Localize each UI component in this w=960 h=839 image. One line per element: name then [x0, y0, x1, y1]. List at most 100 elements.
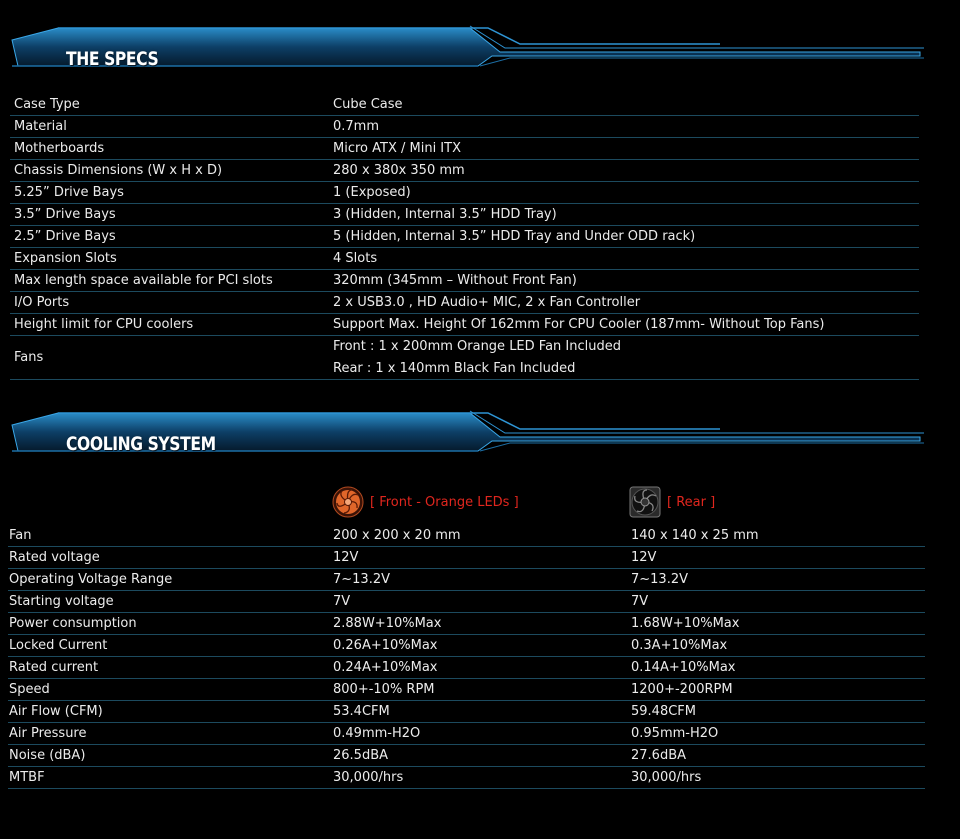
cooling-rear-value: 59.48CFM — [631, 704, 696, 719]
spec-label: Chassis Dimensions (W x H x D) — [14, 163, 223, 178]
cooling-table: Fan 200 x 200 x 20 mm 140 x 140 x 25 mm Rat… — [8, 525, 925, 789]
spec-value: 320mm (345mm – Without Front Fan) — [333, 270, 577, 292]
rear-fan-header: [ Rear ] — [629, 484, 715, 520]
cooling-front-value: 0.24A+10%Max — [333, 660, 438, 675]
spec-value: 3 (Hidden, Internal 3.5” HDD Tray) — [333, 204, 557, 226]
cooling-label: Starting voltage — [9, 594, 114, 609]
specs-title: THE SPECS — [66, 48, 159, 70]
cooling-label: Rated current — [9, 660, 99, 675]
cooling-row: Air Pressure 0.49mm-H2O 0.95mm-H2O — [8, 723, 925, 745]
spec-value: 1 (Exposed) — [333, 182, 411, 204]
spec-label: Motherboards — [14, 141, 105, 156]
spec-row: Material 0.7mm — [10, 116, 919, 138]
spec-value: 280 x 380x 350 mm — [333, 160, 465, 182]
cooling-row: Rated voltage 12V 12V — [8, 547, 925, 569]
spec-value-line: Front : 1 x 200mm Orange LED Fan Include… — [333, 338, 621, 354]
cooling-title: COOLING SYSTEM — [66, 433, 216, 455]
spec-row: 5.25” Drive Bays 1 (Exposed) — [10, 182, 919, 204]
spec-value: 0.7mm — [333, 116, 379, 138]
cooling-rear-value: 30,000/hrs — [631, 770, 702, 785]
spec-value-line: 4 Slots — [333, 250, 378, 266]
spec-value-line: 3 (Hidden, Internal 3.5” HDD Tray) — [333, 206, 557, 222]
spec-row: Chassis Dimensions (W x H x D) 280 x 380x… — [10, 160, 919, 182]
cooling-front-value: 7~13.2V — [333, 572, 391, 587]
spec-value-line: Cube Case — [333, 96, 403, 112]
spec-label: I/O Ports — [14, 295, 70, 310]
rear-fan-label: [ Rear ] — [667, 494, 716, 510]
cooling-row: Locked Current 0.26A+10%Max 0.3A+10%Max — [8, 635, 925, 657]
spec-row: I/O Ports 2 x USB3.0 , HD Audio+ MIC, 2 x… — [10, 292, 919, 314]
spec-label: Case Type — [14, 97, 80, 112]
cooling-banner: COOLING SYSTEM — [0, 405, 960, 475]
spec-value-line: 1 (Exposed) — [333, 184, 411, 200]
spec-row: Height limit for CPU coolers Support Max.… — [10, 314, 919, 336]
spec-label: Max length space available for PCI slots — [14, 273, 273, 288]
cooling-rear-value: 27.6dBA — [631, 748, 687, 763]
spec-label: 5.25” Drive Bays — [14, 185, 124, 200]
spec-value: 5 (Hidden, Internal 3.5” HDD Tray and Un… — [333, 226, 695, 248]
specs-banner: THE SPECS — [0, 20, 960, 90]
front-fan-label: [ Front - Orange LEDs ] — [370, 494, 519, 510]
cooling-rear-value: 0.14A+10%Max — [631, 660, 736, 675]
cooling-label: Operating Voltage Range — [9, 572, 173, 587]
cooling-front-value: 0.26A+10%Max — [333, 638, 438, 653]
spec-value-line: 320mm (345mm – Without Front Fan) — [333, 272, 577, 288]
cooling-rear-value: 1.68W+10%Max — [631, 616, 740, 631]
spec-row: 3.5” Drive Bays 3 (Hidden, Internal 3.5” … — [10, 204, 919, 226]
cooling-rear-value: 1200+-200RPM — [631, 682, 733, 697]
cooling-label: MTBF — [9, 770, 45, 785]
cooling-row: Fan 200 x 200 x 20 mm 140 x 140 x 25 mm — [8, 525, 925, 547]
cooling-front-value: 26.5dBA — [333, 748, 389, 763]
spec-value-line: 5 (Hidden, Internal 3.5” HDD Tray and Un… — [333, 228, 696, 244]
cooling-label: Fan — [9, 528, 32, 543]
cooling-rear-value: 7~13.2V — [631, 572, 689, 587]
cooling-front-value: 7V — [333, 594, 351, 609]
orange-fan-icon — [332, 486, 364, 518]
cooling-row: Noise (dBA) 26.5dBA 27.6dBA — [8, 745, 925, 767]
cooling-rear-value: 0.3A+10%Max — [631, 638, 728, 653]
cooling-label: Locked Current — [9, 638, 108, 653]
spec-row: Case Type Cube Case — [10, 94, 919, 116]
cooling-front-value: 0.49mm-H2O — [333, 726, 421, 741]
front-fan-header: [ Front - Orange LEDs ] — [332, 484, 519, 520]
cooling-row: Rated current 0.24A+10%Max 0.14A+10%Max — [8, 657, 925, 679]
cooling-front-value: 2.88W+10%Max — [333, 616, 442, 631]
spec-row: Motherboards Micro ATX / Mini ITX — [10, 138, 919, 160]
spec-value-line: Support Max. Height Of 162mm For CPU Coo… — [333, 316, 825, 332]
cooling-rear-value: 140 x 140 x 25 mm — [631, 528, 759, 543]
spec-value: Cube Case — [333, 94, 403, 116]
spec-value: 4 Slots — [333, 248, 377, 270]
spec-value: Support Max. Height Of 162mm For CPU Coo… — [333, 314, 824, 336]
cooling-front-value: 12V — [333, 550, 359, 565]
spec-row: 2.5” Drive Bays 5 (Hidden, Internal 3.5” … — [10, 226, 919, 248]
spec-label: 3.5” Drive Bays — [14, 207, 116, 222]
specs-table: Case Type Cube Case Material 0.7mm Motherboa… — [10, 94, 919, 380]
cooling-row: Starting voltage 7V 7V — [8, 591, 925, 613]
cooling-label: Rated voltage — [9, 550, 100, 565]
spec-row: Max length space available for PCI slots… — [10, 270, 919, 292]
spec-label: Material — [14, 119, 67, 134]
spec-label: Fans — [14, 350, 44, 365]
spec-value-line: Micro ATX / Mini ITX — [333, 140, 461, 156]
spec-value-line: Rear : 1 x 140mm Black Fan Included — [333, 360, 576, 376]
cooling-label: Power consumption — [9, 616, 137, 631]
cooling-row: Operating Voltage Range 7~13.2V 7~13.2V — [8, 569, 925, 591]
cooling-label: Air Pressure — [9, 726, 87, 741]
cooling-rear-value: 0.95mm-H2O — [631, 726, 719, 741]
cooling-rear-value: 7V — [631, 594, 649, 609]
spec-row: Expansion Slots 4 Slots — [10, 248, 919, 270]
black-fan-icon — [629, 486, 661, 518]
spec-value-line: 0.7mm — [333, 118, 380, 134]
cooling-rear-value: 12V — [631, 550, 657, 565]
spec-label: Expansion Slots — [14, 251, 117, 266]
spec-value-line: 2 x USB3.0 , HD Audio+ MIC, 2 x Fan Cont… — [333, 294, 641, 310]
cooling-row: Air Flow (CFM) 53.4CFM 59.48CFM — [8, 701, 925, 723]
cooling-label: Noise (dBA) — [9, 748, 86, 763]
cooling-front-value: 53.4CFM — [333, 704, 390, 719]
spec-value-line: 280 x 380x 350 mm — [333, 162, 465, 178]
cooling-front-value: 30,000/hrs — [333, 770, 404, 785]
spec-label: 2.5” Drive Bays — [14, 229, 116, 244]
spec-label: Height limit for CPU coolers — [14, 317, 194, 332]
cooling-front-value: 800+-10% RPM — [333, 682, 435, 697]
cooling-label: Speed — [9, 682, 50, 697]
